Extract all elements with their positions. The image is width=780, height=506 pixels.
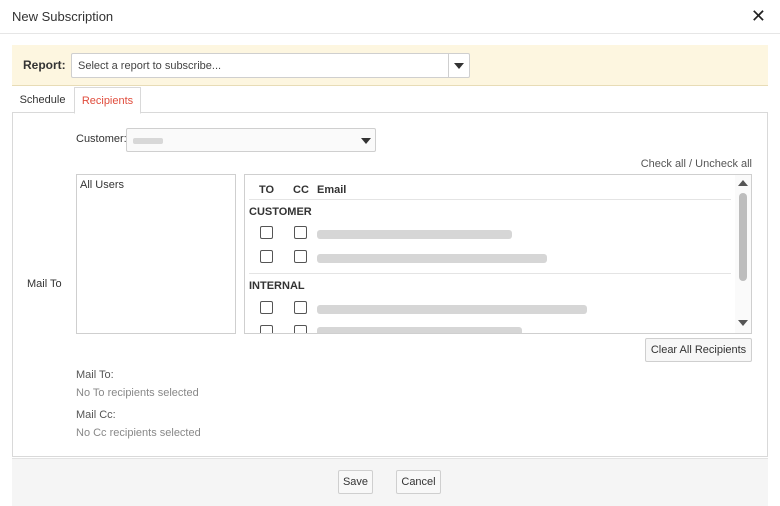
to-checkbox[interactable] [260,250,273,263]
check-separator: / [689,158,693,170]
to-checkbox[interactable] [260,301,273,314]
tab-bar: Schedule Recipients [12,87,768,114]
email-redacted [317,327,522,333]
check-all-link[interactable]: Check all [641,158,686,170]
report-dropdown-button[interactable] [448,54,469,77]
recipients-table: TO CC Email CUSTOMER INTERNAL [244,174,752,334]
scroll-down-icon[interactable] [738,320,748,326]
chevron-down-icon [361,138,371,144]
mail-cc-label: Mail Cc: [76,409,116,421]
cancel-button[interactable]: Cancel [396,470,441,494]
column-header-to: TO [259,184,275,196]
report-bar: Report: Select a report to subscribe... [12,45,768,86]
group-customer: CUSTOMER [249,206,312,218]
mail-to-side-label: Mail To [27,278,62,290]
cc-checkbox[interactable] [294,226,307,239]
scrollbar-thumb[interactable] [739,193,747,281]
cc-checkbox[interactable] [294,301,307,314]
mail-cc-value: No Cc recipients selected [76,427,201,439]
check-links: Check all / Uncheck all [641,158,752,170]
divider [249,273,731,274]
email-redacted [317,230,512,239]
to-checkbox[interactable] [260,226,273,239]
email-redacted [317,305,587,314]
uncheck-all-link[interactable]: Uncheck all [695,158,752,170]
chevron-down-icon [454,63,464,69]
column-header-email: Email [317,184,347,196]
dialog-header: New Subscription ✕ [0,0,780,34]
list-item[interactable]: All Users [80,179,124,191]
cc-checkbox[interactable] [294,250,307,263]
report-select-value: Select a report to subscribe... [78,60,222,72]
to-checkbox[interactable] [260,325,273,333]
clear-all-recipients-button[interactable]: Clear All Recipients [645,338,752,362]
report-label: Report: [23,58,66,72]
cc-checkbox[interactable] [294,325,307,333]
dialog-footer: Save Cancel [12,458,768,506]
group-internal: INTERNAL [249,280,305,292]
scroll-up-icon[interactable] [738,180,748,186]
mail-to-label: Mail To: [76,369,114,381]
tab-schedule[interactable]: Schedule [12,87,73,114]
dialog-title: New Subscription [12,9,114,24]
vertical-scrollbar[interactable] [735,175,751,333]
report-select[interactable]: Select a report to subscribe... [71,53,470,78]
save-button[interactable]: Save [338,470,373,494]
tab-recipients[interactable]: Recipients [74,87,141,114]
divider [249,199,731,200]
close-icon[interactable]: ✕ [751,7,766,25]
users-list[interactable]: All Users [76,174,236,334]
email-redacted [317,254,547,263]
customer-select[interactable] [126,128,376,152]
mail-to-value: No To recipients selected [76,387,199,399]
column-header-cc: CC [293,184,309,196]
customer-value-redacted [133,138,163,144]
customer-label: Customer: [76,133,127,145]
